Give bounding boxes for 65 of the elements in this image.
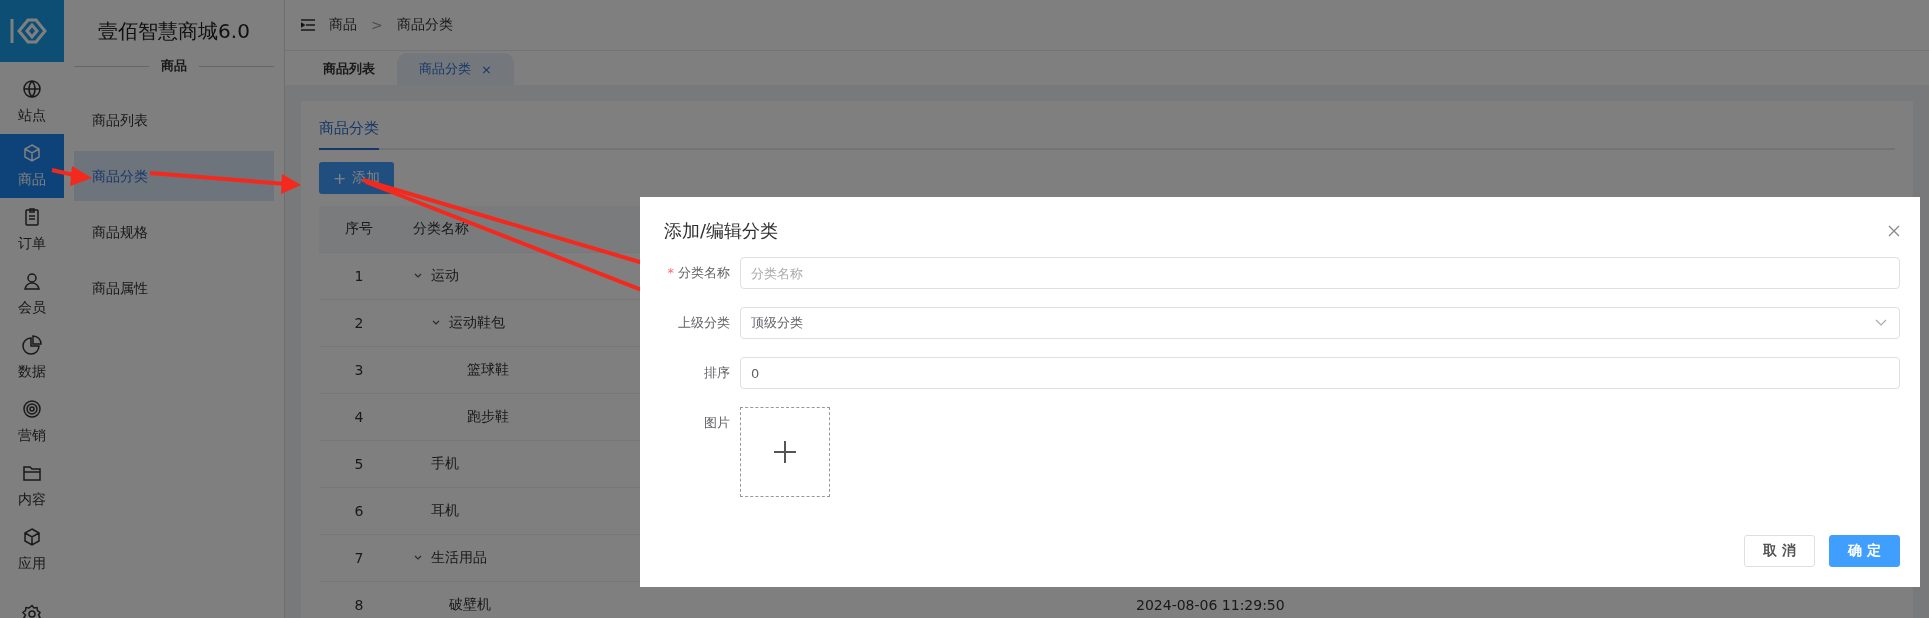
table-cell: 运动鞋包: [449, 314, 505, 332]
app-title: 壹佰智慧商城6.0: [97, 18, 251, 45]
page-tab[interactable]: 商品分类 ×: [397, 53, 514, 85]
target-icon: [22, 399, 42, 419]
nav-rail-item[interactable]: 站点: [0, 70, 64, 134]
table-cell: 破壁机: [449, 596, 491, 614]
pie-chart-icon: [22, 335, 42, 355]
content-tab[interactable]: 商品分类: [319, 109, 379, 150]
user-icon: [22, 271, 42, 291]
input-field[interactable]: 0: [740, 357, 1900, 389]
breadcrumb-separator: >: [371, 17, 383, 33]
close-icon[interactable]: [1888, 225, 1900, 237]
close-icon[interactable]: ×: [481, 61, 492, 77]
table-cell-text: 5: [353, 456, 365, 472]
table-cell-text: 4: [353, 409, 365, 425]
breadcrumb-item[interactable]: 商品分类: [396, 16, 453, 34]
table-cell-text: 2: [353, 315, 365, 331]
table-cell-text: 7: [353, 550, 365, 566]
sidebar-item[interactable]: 商品分类: [74, 151, 274, 201]
table-cell-text: 8: [353, 597, 365, 613]
table-cell-text: 3: [353, 362, 365, 378]
field-label: 上级分类: [678, 315, 730, 330]
nav-rail-item[interactable]: 商品: [0, 134, 64, 198]
nav-rail-item[interactable]: 数据: [0, 326, 64, 390]
cube-icon: [22, 143, 42, 163]
field-label: 图片: [704, 415, 730, 430]
plus-icon: [773, 440, 797, 464]
nav-rail-item[interactable]: 订单: [0, 198, 64, 262]
settings-icon: [22, 604, 42, 618]
cube-icon: [22, 527, 42, 547]
table-cell: 2024-08-06 11:29:50: [1136, 597, 1285, 613]
nav-rail-item[interactable]: 应用: [0, 518, 64, 582]
table-cell: 跑步鞋: [467, 408, 509, 426]
select-field[interactable]: 顶级分类: [740, 307, 1900, 339]
breadcrumb-item[interactable]: 商品: [329, 16, 357, 34]
column-header: 分类名称: [413, 220, 469, 238]
sidebar-item[interactable]: 商品属性: [74, 263, 274, 313]
table-cell: 运动: [431, 267, 459, 285]
cancel-button[interactable]: 取 消: [1744, 535, 1816, 567]
column-header: 序号: [344, 220, 374, 238]
table-cell: 生活用品: [431, 549, 487, 567]
sidebar-item[interactable]: 商品规格: [74, 207, 274, 257]
sidebar-item[interactable]: 商品列表: [74, 95, 274, 145]
field-label: 排序: [704, 365, 730, 380]
menu-icon[interactable]: [301, 19, 315, 31]
table-cell: 篮球鞋: [467, 361, 509, 379]
nav-rail-item[interactable]: 内容: [0, 454, 64, 518]
globe-icon: [22, 79, 42, 99]
section-heading: 商品: [161, 57, 187, 75]
input-field[interactable]: 分类名称: [740, 257, 1900, 289]
table-cell-text: 6: [353, 503, 365, 519]
chevron-down-icon: [1875, 319, 1887, 327]
table-cell: 手机: [431, 455, 459, 473]
confirm-button[interactable]: 确 定: [1829, 535, 1900, 567]
table-cell-text: 1: [353, 268, 365, 284]
table-cell: 耳机: [431, 502, 459, 520]
nav-rail-item[interactable]: 营销: [0, 390, 64, 454]
image-upload[interactable]: [740, 407, 830, 497]
field-label: * 分类名称: [667, 265, 730, 280]
dialog-title: 添加/编辑分类: [664, 219, 779, 243]
nav-rail-item[interactable]: 会员: [0, 262, 64, 326]
annotation-arrow: [51, 166, 92, 186]
clipboard-icon: [22, 207, 42, 227]
page-tab[interactable]: 商品列表: [301, 53, 397, 85]
folder-icon: [22, 463, 42, 483]
